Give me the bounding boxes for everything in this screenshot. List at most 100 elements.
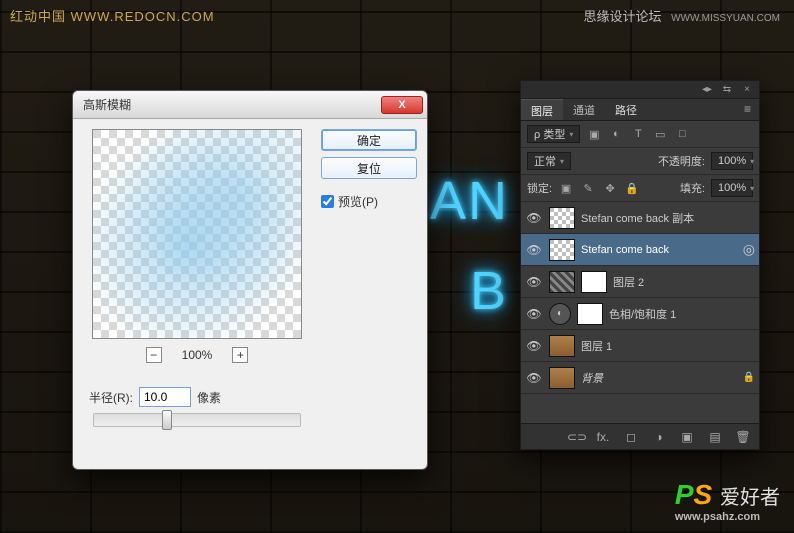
- footer-mask-icon[interactable]: ◻: [623, 430, 639, 444]
- opacity-input[interactable]: 100% ▾: [711, 152, 753, 170]
- layer-row[interactable]: 👁 图层 2: [521, 266, 759, 298]
- layer-name[interactable]: 图层 1: [581, 338, 755, 354]
- caret-icon: ▾: [560, 157, 564, 166]
- panel-tabs: 图层 通道 路径 ≡: [521, 99, 759, 121]
- smart-filter-icon[interactable]: ◎: [743, 241, 755, 258]
- ok-button[interactable]: 确定: [321, 129, 417, 151]
- lock-all-icon[interactable]: 🔒: [624, 182, 640, 195]
- radius-input[interactable]: [139, 387, 191, 407]
- plus-icon: +: [237, 348, 244, 362]
- lock-trans-icon[interactable]: ▣: [558, 182, 574, 195]
- dialog-titlebar[interactable]: 高斯模糊 X: [73, 91, 427, 119]
- watermark-top-right-url: WWW.MISSYUAN.COM: [671, 13, 780, 24]
- layer-row[interactable]: 👁 Stefan come back 副本: [521, 202, 759, 234]
- layers-panel: ◂▸ ⇆ × 图层 通道 路径 ≡ ρ 类型 ▾ ▣ ◐ T ▭ □ 正常 ▾ …: [520, 80, 760, 450]
- caret-icon: ▾: [750, 157, 754, 166]
- lock-move-icon[interactable]: ✥: [602, 182, 618, 195]
- logo-rest: 爱好者: [720, 487, 780, 509]
- layer-thumbnail[interactable]: [549, 271, 575, 293]
- visibility-toggle[interactable]: 👁: [525, 243, 543, 257]
- tab-layers[interactable]: 图层: [521, 99, 563, 120]
- opacity-label: 不透明度:: [658, 153, 705, 169]
- footer-trash-icon[interactable]: 🗑: [735, 430, 751, 444]
- footer-group-icon[interactable]: ▣: [679, 430, 695, 444]
- panel-top-controls: ◂▸ ⇆ ×: [521, 81, 759, 99]
- adjustment-icon: ◐: [549, 303, 571, 325]
- fill-value: 100%: [718, 182, 746, 194]
- panel-footer: ⊂⊃ fx. ◻ ◑ ▣ ▤ 🗑: [521, 423, 759, 449]
- layer-name[interactable]: 色相/饱和度 1: [609, 306, 755, 322]
- layer-name[interactable]: 背景: [581, 370, 737, 386]
- visibility-toggle[interactable]: 👁: [525, 307, 543, 321]
- logo-p: P: [675, 479, 694, 510]
- panel-menu-icon[interactable]: ≡: [736, 99, 759, 120]
- filter-kind-select[interactable]: ρ 类型 ▾: [527, 125, 580, 143]
- filter-adjust-icon[interactable]: ◐: [608, 128, 624, 140]
- preview-label: 预览(P): [338, 193, 378, 210]
- lock-icon: 🔒: [743, 372, 755, 383]
- watermark-top-right: 思缘设计论坛 WWW.MISSYUAN.COM: [583, 6, 780, 25]
- preview-checkbox[interactable]: [321, 195, 334, 208]
- caret-icon: ▾: [750, 184, 754, 193]
- zoom-percent: 100%: [182, 348, 213, 362]
- visibility-toggle[interactable]: 👁: [525, 211, 543, 225]
- filter-smart-icon[interactable]: □: [674, 128, 690, 140]
- neon-text-2: B: [470, 260, 508, 322]
- footer-adjust-icon[interactable]: ◑: [651, 430, 667, 444]
- layers-list: 👁 Stefan come back 副本 👁 Stefan come back ◎ 👁 图…: [521, 202, 759, 428]
- radius-label: 半径(R):: [89, 389, 133, 406]
- gaussian-blur-dialog: 高斯模糊 X − 100% + 半径(R): 像素 确定: [72, 90, 428, 470]
- layer-thumbnail[interactable]: [549, 207, 575, 229]
- visibility-toggle[interactable]: 👁: [525, 339, 543, 353]
- layer-mask-thumbnail[interactable]: [577, 303, 603, 325]
- caret-icon: ▾: [569, 130, 573, 139]
- radius-unit: 像素: [197, 389, 221, 406]
- layer-thumbnail[interactable]: [549, 335, 575, 357]
- filter-text-icon[interactable]: T: [630, 128, 646, 140]
- lock-label: 锁定:: [527, 180, 552, 196]
- panel-switch-icon[interactable]: ⇆: [721, 83, 733, 95]
- layer-name[interactable]: Stefan come back 副本: [581, 210, 755, 226]
- filter-pixel-icon[interactable]: ▣: [586, 128, 602, 141]
- neon-text-1: AN: [430, 170, 509, 232]
- visibility-toggle[interactable]: 👁: [525, 371, 543, 385]
- layer-row[interactable]: 👁 背景 🔒: [521, 362, 759, 394]
- layer-row[interactable]: 👁 图层 1: [521, 330, 759, 362]
- reset-button[interactable]: 复位: [321, 157, 417, 179]
- zoom-out-button[interactable]: −: [146, 347, 162, 363]
- footer-new-icon[interactable]: ▤: [707, 430, 723, 444]
- panel-collapse-icon[interactable]: ◂▸: [701, 83, 713, 95]
- layer-row[interactable]: 👁 Stefan come back ◎: [521, 234, 759, 266]
- visibility-toggle[interactable]: 👁: [525, 275, 543, 289]
- layer-thumbnail[interactable]: [549, 239, 575, 261]
- logo-url: www.psahz.com: [675, 511, 780, 523]
- panel-close-icon[interactable]: ×: [741, 83, 753, 95]
- filter-shape-icon[interactable]: ▭: [652, 128, 668, 141]
- close-icon: X: [398, 99, 405, 111]
- slider-thumb[interactable]: [162, 410, 172, 430]
- dialog-title: 高斯模糊: [83, 96, 131, 113]
- layer-mask-thumbnail[interactable]: [581, 271, 607, 293]
- fill-label: 填充:: [680, 180, 705, 196]
- blur-preview[interactable]: [92, 129, 302, 339]
- blend-mode-value: 正常: [534, 153, 556, 169]
- tab-channels[interactable]: 通道: [563, 99, 605, 120]
- fill-input[interactable]: 100% ▾: [711, 179, 753, 197]
- close-button[interactable]: X: [381, 96, 423, 114]
- footer-fx-icon[interactable]: fx.: [595, 430, 611, 444]
- minus-icon: −: [150, 348, 157, 362]
- layer-name[interactable]: Stefan come back: [581, 244, 737, 256]
- tab-paths[interactable]: 路径: [605, 99, 647, 120]
- blend-mode-select[interactable]: 正常 ▾: [527, 152, 571, 170]
- watermark-top-left: 红动中国 WWW.REDOCN.COM: [10, 6, 215, 25]
- preview-checkbox-row[interactable]: 预览(P): [321, 193, 417, 210]
- layer-name[interactable]: 图层 2: [613, 274, 755, 290]
- lock-paint-icon[interactable]: ✎: [580, 182, 596, 195]
- footer-link-icon[interactable]: ⊂⊃: [567, 430, 583, 444]
- zoom-in-button[interactable]: +: [232, 347, 248, 363]
- watermark-top-right-cn: 思缘设计论坛: [583, 9, 661, 24]
- bottom-logo: PS 爱好者 www.psahz.com: [675, 479, 780, 523]
- layer-thumbnail[interactable]: [549, 367, 575, 389]
- layer-row[interactable]: 👁 ◐ 色相/饱和度 1: [521, 298, 759, 330]
- radius-slider[interactable]: [93, 413, 301, 427]
